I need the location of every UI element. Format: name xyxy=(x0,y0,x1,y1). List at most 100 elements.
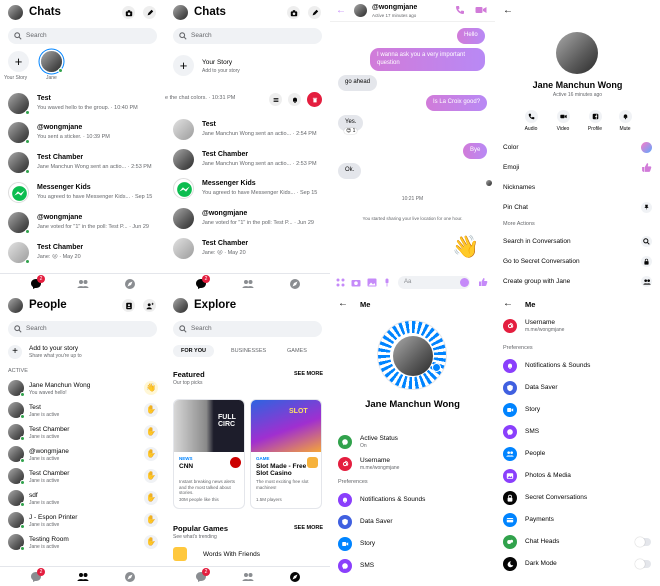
pref-story[interactable]: Story xyxy=(503,401,653,421)
voice-button[interactable] xyxy=(384,278,390,287)
chat-row[interactable]: Test Jane Manchun Wong sent an actio... ·… xyxy=(173,117,330,143)
gallery-button[interactable] xyxy=(367,278,377,287)
message-bubble-received[interactable]: go ahead xyxy=(338,75,378,91)
back-button[interactable]: ← xyxy=(503,5,513,16)
tab-people[interactable] xyxy=(242,278,254,290)
pref-payments[interactable]: Payments xyxy=(503,511,653,531)
featured-card-slot-made[interactable]: SLOT GAME Slot Made - Free Slot Casino T… xyxy=(250,399,322,509)
profile-avatar[interactable] xyxy=(173,5,188,20)
people-row[interactable]: Test Chamber Jane is active ✋ xyxy=(8,466,158,488)
chat-row[interactable]: Messenger Kids You agreed to have Messeng… xyxy=(173,176,330,202)
contacts-button[interactable] xyxy=(122,299,135,312)
camera-button[interactable] xyxy=(122,6,135,19)
people-row[interactable]: J - Espon Printer Jane is active ✋ xyxy=(8,510,158,532)
tab-games[interactable]: GAMES xyxy=(287,348,307,354)
search-input[interactable]: Search xyxy=(173,321,322,337)
story-avatar[interactable] xyxy=(41,51,63,73)
add-story-row[interactable]: + Add to your story Share what you're up… xyxy=(8,343,158,361)
contact-avatar[interactable] xyxy=(354,4,367,17)
popular-see-more[interactable]: SEE MORE xyxy=(294,525,323,531)
tab-discover[interactable] xyxy=(289,278,301,290)
message-bubble-received[interactable]: Ok. xyxy=(338,163,362,179)
call-button[interactable] xyxy=(455,5,465,15)
active-status-row[interactable]: Active Status On xyxy=(338,433,488,453)
tab-chats[interactable]: 2 xyxy=(30,275,45,290)
wave-button[interactable]: ✋ xyxy=(144,491,158,505)
chat-row[interactable]: Test You waved hello to the group. · 10:4… xyxy=(8,91,165,117)
tab-chats[interactable]: 2 xyxy=(30,568,45,583)
tab-chats[interactable]: 2 xyxy=(195,568,210,583)
tab-people[interactable] xyxy=(242,571,254,583)
people-row[interactable]: Jane Manchun Wong You waved hello! 👋 xyxy=(8,378,158,400)
like-button[interactable] xyxy=(478,277,488,287)
pref-people[interactable]: People xyxy=(503,445,653,465)
apps-button[interactable] xyxy=(336,278,345,287)
pref-dark-mode[interactable]: Dark Mode xyxy=(503,555,653,575)
people-row[interactable]: sdf Jane is active ✋ xyxy=(8,488,158,510)
pref-notifications[interactable]: Notifications & Sounds xyxy=(338,491,488,511)
search-input[interactable]: Search xyxy=(173,28,322,44)
messenger-code[interactable] xyxy=(377,320,447,390)
tab-discover[interactable] xyxy=(124,571,136,583)
tab-discover[interactable] xyxy=(289,571,301,583)
compose-button[interactable] xyxy=(308,6,321,19)
story-add[interactable]: + xyxy=(8,51,29,72)
chat-row[interactable]: Test Chamber Jane Manchun Wong sent an ac… xyxy=(173,147,330,173)
popular-game-row[interactable]: Words With Friends xyxy=(173,547,323,563)
people-row[interactable]: Testing Room Jane is active ✋ xyxy=(8,532,158,554)
people-row[interactable]: Test Chamber Jane is active ✋ xyxy=(8,422,158,444)
mute-button[interactable] xyxy=(288,93,301,106)
dark-mode-toggle[interactable] xyxy=(635,559,651,569)
profile-photo[interactable] xyxy=(556,32,598,74)
featured-see-more[interactable]: SEE MORE xyxy=(294,371,323,377)
emoji-button[interactable] xyxy=(460,278,469,287)
mute-button[interactable]: Mute xyxy=(615,110,635,132)
camera-button[interactable] xyxy=(287,6,300,19)
compose-button[interactable] xyxy=(143,6,156,19)
pref-notifications[interactable]: Notifications & Sounds xyxy=(503,357,653,377)
pref-sms[interactable]: SMS xyxy=(338,557,488,577)
username-row[interactable]: Username m.me/wongmjane xyxy=(338,455,488,475)
chat-row[interactable]: Messenger Kids You agreed to have Messeng… xyxy=(8,180,165,206)
people-row[interactable]: @wongmjane Jane is active ✋ xyxy=(8,444,158,466)
pref-secret-conversations[interactable]: Secret Conversations xyxy=(503,489,653,509)
profile-avatar[interactable] xyxy=(8,5,23,20)
search-in-conversation[interactable]: Search in Conversation xyxy=(503,233,652,251)
pref-data-saver[interactable]: Data Saver xyxy=(503,379,653,399)
chat-row[interactable]: Test Chamber Jane: 😜 · May 20 xyxy=(173,236,330,262)
chat-row[interactable]: @wongmjane Jane voted for "1" in the poll… xyxy=(8,210,165,236)
create-group[interactable]: Create group with Jane xyxy=(503,273,652,291)
contact-name[interactable]: @wongmjane xyxy=(372,4,417,11)
setting-color[interactable]: Color xyxy=(503,139,652,157)
pref-data-saver[interactable]: Data Saver xyxy=(338,513,488,533)
tab-people[interactable] xyxy=(77,278,89,290)
setting-nicknames[interactable]: Nicknames xyxy=(503,179,652,197)
chat-row[interactable]: Test Chamber Jane Manchun Wong sent an ac… xyxy=(8,150,165,176)
reaction-badge[interactable]: 😍 1 xyxy=(344,128,358,134)
wave-button[interactable]: ✋ xyxy=(144,403,158,417)
message-bubble-sent[interactable]: Is La Croix good? xyxy=(426,95,488,111)
wave-sticker[interactable]: 👋 xyxy=(452,235,479,259)
profile-avatar[interactable] xyxy=(173,298,188,313)
add-contact-button[interactable] xyxy=(143,299,156,312)
story-add[interactable]: + xyxy=(173,55,194,76)
video-call-button[interactable]: Video xyxy=(553,110,573,132)
back-button[interactable]: ← xyxy=(336,5,346,16)
setting-emoji[interactable]: Emoji xyxy=(503,159,652,177)
setting-pin-chat[interactable]: Pin Chat xyxy=(503,199,652,217)
message-bubble-sent[interactable]: I wanna ask you a very important questio… xyxy=(370,48,485,71)
wave-button[interactable]: ✋ xyxy=(144,469,158,483)
go-to-secret-conversation[interactable]: Go to Secret Conversation xyxy=(503,253,652,271)
video-call-button[interactable] xyxy=(475,5,487,15)
view-profile-button[interactable]: Profile xyxy=(585,110,605,132)
tab-discover[interactable] xyxy=(124,278,136,290)
tab-for-you[interactable]: FOR YOU xyxy=(173,345,214,357)
profile-avatar[interactable] xyxy=(8,298,23,313)
pref-story[interactable]: Story xyxy=(338,535,488,555)
wave-button[interactable]: ✋ xyxy=(144,447,158,461)
message-bubble-sent[interactable]: Hello xyxy=(457,28,485,44)
chat-row[interactable]: @wongmjane You sent a sticker. · 10:39 PM xyxy=(8,120,165,146)
people-row[interactable]: Test Jane is active ✋ xyxy=(8,400,158,422)
delete-button[interactable] xyxy=(307,92,322,107)
camera-button[interactable] xyxy=(351,278,361,287)
